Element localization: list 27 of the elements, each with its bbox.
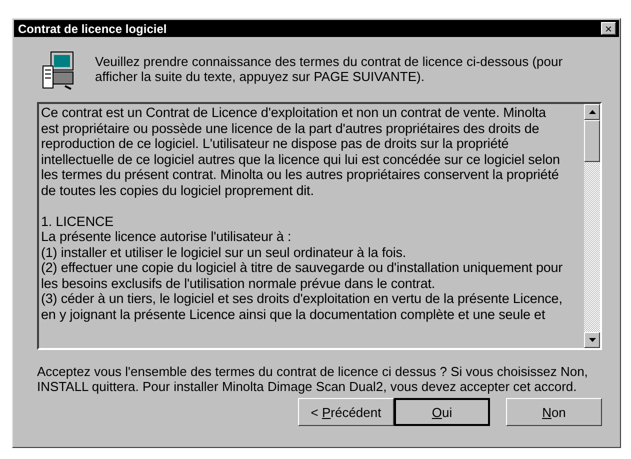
up-arrow-icon bbox=[588, 110, 596, 114]
license-text-line: (2) effectuer une copie du logiciel à titre de sauvegarde ou d'installation uniquement pour bbox=[41, 260, 564, 276]
dialog-button[interactable]: Oui bbox=[394, 398, 490, 426]
window-title: Contrat de licence logiciel bbox=[18, 22, 167, 36]
license-text-line: les besoins exclusifs de l'utilisation normale prévue dans le contrat. bbox=[41, 276, 436, 291]
scroll-down-button[interactable] bbox=[584, 332, 600, 348]
license-text-line: reproduction de ce logiciel. L'utilisateur ne dispose pas de droits sur la propriété bbox=[41, 136, 510, 152]
license-text-line: (1) installer et utiliser le logiciel sur un seul ordinateur à la fois. bbox=[41, 244, 408, 260]
license-text-line: est propriétaire ou possède une licence de la part d'autres propriétaires des droits de bbox=[41, 120, 540, 136]
close-button[interactable]: × bbox=[601, 22, 616, 35]
license-text-line: de toutes les copies du logiciel proprement dit. bbox=[41, 182, 315, 198]
license-text-line: 1. LICENCE bbox=[41, 214, 115, 229]
scroll-up-button[interactable] bbox=[584, 104, 600, 120]
instruction-text: Veuillez prendre connaissance des termes du contrat de licence ci-dessous (pour afficher la suite du texte, appuyez sur PAGE SUIVANTE). bbox=[95, 53, 564, 84]
scroll-thumb[interactable] bbox=[584, 120, 600, 162]
license-text-line: les termes du présent contrat. Minolta ou les autres propriétaires conservent la propriété bbox=[41, 167, 560, 182]
question-text: Acceptez vous l'ensemble des termes du contrat de licence ci dessus ? Si vous choisissez Non, INSTALL quittera. Pour installer Minolta Dimage Scan Dual2, vous devez accepter cet accord. bbox=[37, 364, 589, 394]
license-text-area[interactable] bbox=[37, 102, 602, 350]
license-text-line: intellectuelle de ce logiciel autres que la licence qui lui est concédée sur ce logiciel selon bbox=[41, 152, 561, 167]
license-text-line: en y joignant la présente Licence ainsi que la documentation complète et une seule et bbox=[41, 306, 546, 322]
license-text-line: Ce contrat est un Contrat de Licence d'exploitation et non un contrat de vente. Minolta bbox=[41, 105, 547, 120]
down-arrow-icon bbox=[588, 338, 596, 342]
license-text-line: La présente licence autorise l'utilisateur à : bbox=[41, 229, 292, 244]
vertical-scrollbar[interactable] bbox=[584, 104, 600, 348]
dialog-button[interactable]: < Précédent bbox=[298, 398, 394, 426]
license-text-line: (3) céder à un tiers, le logiciel et ses droits d'exploitation en vertu de la présente Licence, bbox=[41, 291, 564, 306]
dialog-button[interactable]: Non bbox=[506, 398, 602, 426]
